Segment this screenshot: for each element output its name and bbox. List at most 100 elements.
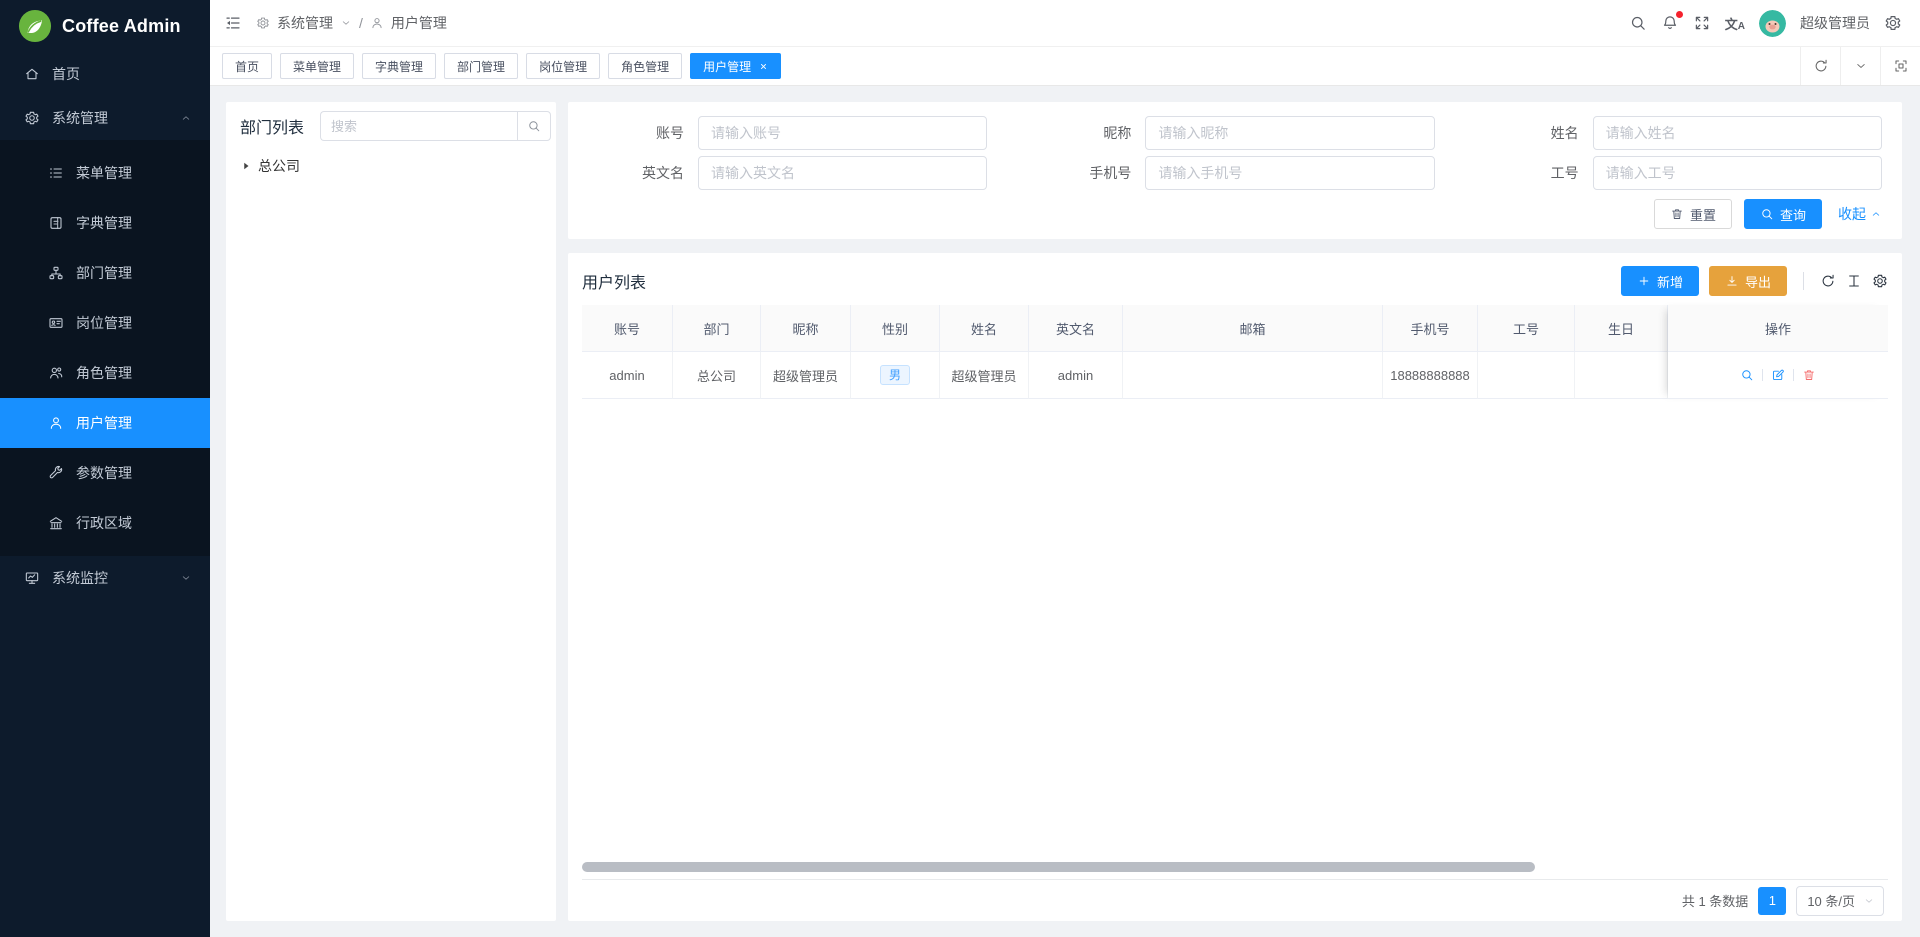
tab-dept-mgmt[interactable]: 部门管理	[444, 53, 518, 79]
refresh-table-icon[interactable]	[1820, 273, 1836, 289]
close-icon[interactable]	[759, 62, 768, 71]
cell-name: 超级管理员	[940, 352, 1029, 399]
sidebar-item-post-mgmt[interactable]: 岗位管理	[0, 298, 210, 348]
add-button[interactable]: 新增	[1621, 266, 1699, 296]
phone-input[interactable]	[1145, 156, 1434, 190]
tab-menu-chevron-icon[interactable]	[1840, 47, 1880, 85]
cell-nickname: 超级管理员	[761, 352, 851, 399]
column-header: 昵称	[761, 305, 851, 352]
chevron-down-icon	[1863, 895, 1875, 907]
breadcrumb-root[interactable]: 系统管理	[277, 13, 333, 33]
gender-tag: 男	[880, 365, 910, 385]
refresh-tab-icon[interactable]	[1800, 47, 1840, 85]
tree-node-label: 总公司	[258, 156, 300, 176]
sidebar-item-label: 行政区域	[76, 513, 132, 533]
list-icon	[48, 165, 64, 181]
sidebar-item-role-mgmt[interactable]: 角色管理	[0, 348, 210, 398]
pagination-bar: 共 1 条数据 1 10 条/页	[582, 879, 1888, 921]
en-name-input[interactable]	[698, 156, 987, 190]
tab-role-mgmt[interactable]: 角色管理	[608, 53, 682, 79]
search-icon[interactable]	[1629, 14, 1647, 32]
gear-icon	[24, 110, 40, 126]
tab-menu-mgmt[interactable]: 菜单管理	[280, 53, 354, 79]
leaf-logo-icon	[18, 9, 52, 43]
avatar[interactable]	[1759, 10, 1786, 37]
notification-bell-icon[interactable]	[1661, 14, 1679, 32]
horizontal-scrollbar-thumb[interactable]	[582, 862, 1535, 872]
column-header: 性别	[851, 305, 940, 352]
tab-dict-mgmt[interactable]: 字典管理	[362, 53, 436, 79]
chevron-down-icon	[180, 572, 192, 584]
trash-icon	[1670, 207, 1684, 221]
top-header: 系统管理 / 用户管理 文A 超级管理员	[210, 0, 1920, 46]
cell-actions	[1668, 352, 1888, 399]
collapse-filter-link[interactable]: 收起	[1838, 204, 1882, 224]
column-header-actions: 操作	[1668, 305, 1888, 352]
nickname-input[interactable]	[1145, 116, 1434, 150]
org-tree-icon	[48, 265, 64, 281]
name-input[interactable]	[1593, 116, 1882, 150]
fullscreen-icon[interactable]	[1693, 14, 1711, 32]
collapse-menu-icon[interactable]	[224, 14, 242, 32]
user-icon	[48, 415, 64, 431]
app-title: Coffee Admin	[62, 16, 181, 37]
reset-button[interactable]: 重置	[1654, 199, 1732, 229]
sidebar-item-label: 菜单管理	[76, 163, 132, 183]
department-search-input[interactable]	[320, 111, 517, 141]
row-height-icon[interactable]	[1846, 273, 1862, 289]
content-area: 部门列表 总公司 账号	[210, 86, 1920, 937]
maximize-content-icon[interactable]	[1880, 47, 1920, 85]
edit-row-icon[interactable]	[1771, 368, 1785, 382]
tab-user-mgmt[interactable]: 用户管理	[690, 53, 781, 79]
cell-job-no	[1478, 352, 1575, 399]
job-no-input[interactable]	[1593, 156, 1882, 190]
sidebar-item-system[interactable]: 系统管理	[0, 96, 210, 140]
account-input[interactable]	[698, 116, 987, 150]
search-button[interactable]: 查询	[1744, 199, 1822, 229]
delete-row-icon[interactable]	[1802, 368, 1816, 382]
breadcrumb-current: 用户管理	[391, 13, 447, 33]
sidebar-item-label: 角色管理	[76, 363, 132, 383]
column-settings-gear-icon[interactable]	[1872, 273, 1888, 289]
bank-icon	[48, 515, 64, 531]
sidebar-item-region[interactable]: 行政区域	[0, 498, 210, 548]
sidebar-item-label: 部门管理	[76, 263, 132, 283]
sidebar-item-label: 岗位管理	[76, 313, 132, 333]
download-icon	[1725, 274, 1739, 288]
current-username[interactable]: 超级管理员	[1800, 13, 1870, 33]
tab-post-mgmt[interactable]: 岗位管理	[526, 53, 600, 79]
chevron-down-icon	[340, 17, 352, 29]
department-panel: 部门列表 总公司	[226, 102, 556, 921]
field-label-phone: 手机号	[1035, 163, 1145, 183]
sidebar-item-menu-mgmt[interactable]: 菜单管理	[0, 148, 210, 198]
sidebar-item-home[interactable]: 首页	[0, 52, 210, 96]
page-size-select[interactable]: 10 条/页	[1796, 886, 1884, 916]
notification-badge	[1676, 11, 1683, 18]
field-label-job-no: 工号	[1483, 163, 1593, 183]
id-card-icon	[48, 315, 64, 331]
department-search-button[interactable]	[517, 111, 551, 141]
tree-node-root[interactable]: 总公司	[240, 152, 542, 180]
filter-form: 账号 昵称 姓名 英文名	[568, 102, 1902, 239]
settings-gear-icon[interactable]	[1884, 14, 1902, 32]
sidebar-item-label: 首页	[52, 64, 80, 84]
export-button[interactable]: 导出	[1709, 266, 1787, 296]
sidebar-item-label: 系统管理	[52, 108, 168, 128]
sidebar-item-param-mgmt[interactable]: 参数管理	[0, 448, 210, 498]
table-title: 用户列表	[582, 269, 1621, 293]
caret-right-icon[interactable]	[240, 160, 252, 172]
roles-icon	[48, 365, 64, 381]
sidebar-item-user-mgmt[interactable]: 用户管理	[0, 398, 210, 448]
sidebar-item-monitor[interactable]: 系统监控	[0, 556, 210, 600]
sidebar-item-label: 用户管理	[76, 413, 132, 433]
sidebar-item-dept-mgmt[interactable]: 部门管理	[0, 248, 210, 298]
column-header: 邮箱	[1123, 305, 1383, 352]
sidebar-item-dict-mgmt[interactable]: 字典管理	[0, 198, 210, 248]
person-icon	[370, 16, 384, 30]
language-switch-icon[interactable]: 文A	[1725, 14, 1745, 33]
plus-icon	[1637, 274, 1651, 288]
sidebar: Coffee Admin 首页 系统管理 菜单管理 字典管理 部门管理 岗位管理…	[0, 0, 210, 937]
tab-home[interactable]: 首页	[222, 53, 272, 79]
page-button-1[interactable]: 1	[1758, 887, 1786, 915]
view-row-icon[interactable]	[1740, 368, 1754, 382]
